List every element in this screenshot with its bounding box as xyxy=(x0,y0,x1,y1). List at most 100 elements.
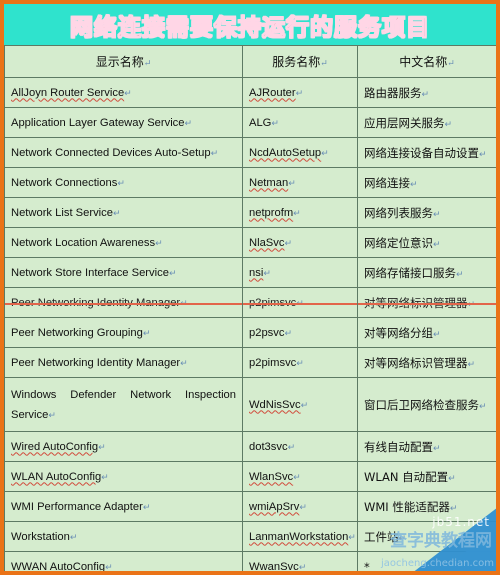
cell-chinese-name: 网络连接设备自动设置↵ xyxy=(357,137,496,168)
cell-service-name: netprofm↵ xyxy=(242,197,358,228)
cell-service-name: NcdAutoSetup↵ xyxy=(242,137,358,168)
pilcrow-mark: ↵ xyxy=(299,501,307,512)
cell-service-name-text: nsi xyxy=(249,266,264,279)
table-row: Peer Networking Identity Manager↵p2pimsv… xyxy=(4,347,496,378)
pilcrow-mark: ↵ xyxy=(433,443,441,454)
table-row: AllJoyn Router Service↵ AJRouter↵ 路由器服务↵ xyxy=(4,77,496,108)
pilcrow-mark: ↵ xyxy=(348,531,356,542)
pilcrow-mark: ↵ xyxy=(210,147,219,158)
cell-display-name: Wired AutoConfig↵ xyxy=(4,431,243,462)
pilcrow-mark: ↵ xyxy=(98,441,106,452)
column-header-chinese-name: 中文名称↵ xyxy=(357,45,496,78)
pilcrow-mark: ↵ xyxy=(271,117,279,128)
cell-service-name-text: p2psvc xyxy=(249,326,285,339)
pilcrow-mark: ↵ xyxy=(284,327,292,338)
cell-chinese-name-text: 工件站 xyxy=(364,529,399,544)
cell-chinese-name: 路由器服务↵ xyxy=(357,77,496,108)
cell-chinese-name: WLAN 自动配置↵ xyxy=(357,461,496,492)
cell-display-name: Network Location Awareness↵ xyxy=(4,227,243,258)
cell-display-name: WLAN AutoConfig↵ xyxy=(4,461,243,492)
cell-service-name-text: WlanSvc xyxy=(249,470,294,483)
cell-chinese-name: 有线自动配置↵ xyxy=(357,431,496,462)
cell-chinese-name-text: 对等网络分组 xyxy=(364,325,433,340)
cell-service-name: LanmanWorkstation↵ xyxy=(242,521,358,552)
table-header-row: 显示名称↵ 服务名称↵ 中文名称↵ xyxy=(4,45,496,78)
cell-chinese-name-text: * xyxy=(364,559,370,574)
table-row: Network Store Interface Service↵ nsi ↵ 网络存储… xyxy=(4,257,496,288)
pilcrow-mark: ↵ xyxy=(284,237,292,248)
table-row: WMI Performance Adapter↵ wmiApSrv↵ WMI 性能适… xyxy=(4,491,496,522)
cell-display-name: Workstation↵ xyxy=(4,521,243,552)
cell-display-name-text: WLAN AutoConfig xyxy=(11,470,102,483)
cell-display-name-text: Peer Networking Grouping xyxy=(11,326,143,339)
cell-service-name: WwanSvc↵ xyxy=(242,551,358,573)
table-row: Workstation↵ LanmanWorkstation↵ 工件站↵ xyxy=(4,521,496,552)
pilcrow-mark: ↵ xyxy=(300,399,309,410)
document-title-band: 网络连接需要保持运行的服务项目 xyxy=(4,4,496,45)
cell-chinese-name: 窗口后卫网络检查服务↵ xyxy=(357,377,496,432)
cell-service-name: Netman↵ xyxy=(242,167,358,198)
cell-display-name-text: Network Store Interface Service xyxy=(11,266,169,279)
cell-service-name-text: WwanSvc xyxy=(249,560,299,573)
cell-service-name-text: netprofm xyxy=(249,206,294,219)
cell-chinese-name-text: 网络定位意识 xyxy=(364,235,433,250)
services-table-body: AllJoyn Router Service↵ AJRouter↵ 路由器服务↵ Ap… xyxy=(4,77,496,574)
pilcrow-mark: ↵ xyxy=(467,299,476,310)
cell-display-name: Peer Networking Identity Manager↵ xyxy=(4,347,243,378)
pilcrow-mark: ↵ xyxy=(449,503,458,514)
cell-service-name: ALG↵ xyxy=(242,107,358,138)
cell-display-name: Application Layer Gateway Service↵ xyxy=(4,107,243,138)
cell-chinese-name: * xyxy=(357,551,496,574)
cell-display-name: Network Connections↵ xyxy=(4,167,243,198)
pilcrow-mark: ↵ xyxy=(142,501,151,512)
cell-service-name-text: AJRouter xyxy=(249,86,296,99)
cell-display-name: Peer Networking Identity Manager↵ xyxy=(4,287,243,318)
page-title: 网络连接需要保持运行的服务项目 xyxy=(70,13,430,41)
cell-display-name-text: Network Connected Devices Auto-Setup xyxy=(11,146,211,159)
table-row: Windows Defender Network Inspection Serv… xyxy=(4,377,496,432)
pilcrow-mark: ↵ xyxy=(101,471,109,482)
cell-service-name-text: LanmanWorkstation xyxy=(249,530,349,543)
cell-chinese-name-text: 对等网络标识管理器 xyxy=(364,355,468,370)
table-row: Application Layer Gateway Service↵ ALG↵ 应用… xyxy=(4,107,496,138)
cell-chinese-name-text: 网络连接设备自动设置 xyxy=(364,145,479,160)
cell-service-name: NlaSvc↵ xyxy=(242,227,358,258)
cell-chinese-name-text: 路由器服务 xyxy=(364,85,422,100)
pilcrow-mark: ↵ xyxy=(447,59,455,69)
cell-display-name: WMI Performance Adapter↵ xyxy=(4,491,243,522)
cell-display-name: AllJoyn Router Service↵ xyxy=(4,77,243,108)
cell-chinese-name: 对等网络分组↵ xyxy=(357,317,496,348)
pilcrow-mark: ↵ xyxy=(298,561,307,572)
cell-display-name: Network List Service↵ xyxy=(4,197,243,228)
pilcrow-mark: ↵ xyxy=(448,473,456,484)
cell-service-name-text: NlaSvc xyxy=(249,236,285,249)
cell-display-name-text: AllJoyn Router Service xyxy=(11,86,125,99)
cell-display-name: Network Connected Devices Auto-Setup↵ xyxy=(4,137,243,168)
pilcrow-mark: ↵ xyxy=(398,533,407,544)
table-row: Network Connections↵ Netman↵ 网络连接↵ xyxy=(4,167,496,198)
cell-service-name-text: Netman xyxy=(249,176,289,189)
pilcrow-mark: ↵ xyxy=(433,209,441,220)
pilcrow-mark: ↵ xyxy=(479,149,487,160)
pilcrow-mark: ↵ xyxy=(143,59,152,69)
cell-chinese-name-text: 网络存储接口服务 xyxy=(364,265,456,280)
cell-display-name: Network Store Interface Service↵ xyxy=(4,257,243,288)
cell-service-name-text: dot3svc xyxy=(249,440,288,453)
document-root: 网络连接需要保持运行的服务项目 显示名称↵ 服务名称↵ 中文名称↵ AllJoy… xyxy=(0,0,500,575)
cell-service-name: dot3svc↵ xyxy=(242,431,358,462)
column-header-service-name: 服务名称↵ xyxy=(242,45,358,78)
pilcrow-mark: ↵ xyxy=(168,267,177,278)
cell-chinese-name: 网络连接↵ xyxy=(357,167,496,198)
cell-chinese-name: WMI 性能适配器↵ xyxy=(357,491,496,522)
pilcrow-mark: ↵ xyxy=(48,409,56,420)
pilcrow-mark: ↵ xyxy=(295,87,304,98)
cell-chinese-name: 应用层网关服务↵ xyxy=(357,107,496,138)
pilcrow-mark: ↵ xyxy=(296,357,304,368)
cell-display-name: WWAN AutoConfig↵ xyxy=(4,551,243,571)
cell-service-name-text: ALG xyxy=(249,116,272,129)
cell-service-name: p2pimsvc↵ xyxy=(242,347,358,378)
cell-chinese-name: 网络列表服务↵ xyxy=(357,197,496,228)
cell-service-name: WlanSvc↵ xyxy=(242,461,358,492)
pilcrow-mark: ↵ xyxy=(69,531,78,542)
services-table: 显示名称↵ 服务名称↵ 中文名称↵ AllJoyn Router Service… xyxy=(4,45,496,574)
